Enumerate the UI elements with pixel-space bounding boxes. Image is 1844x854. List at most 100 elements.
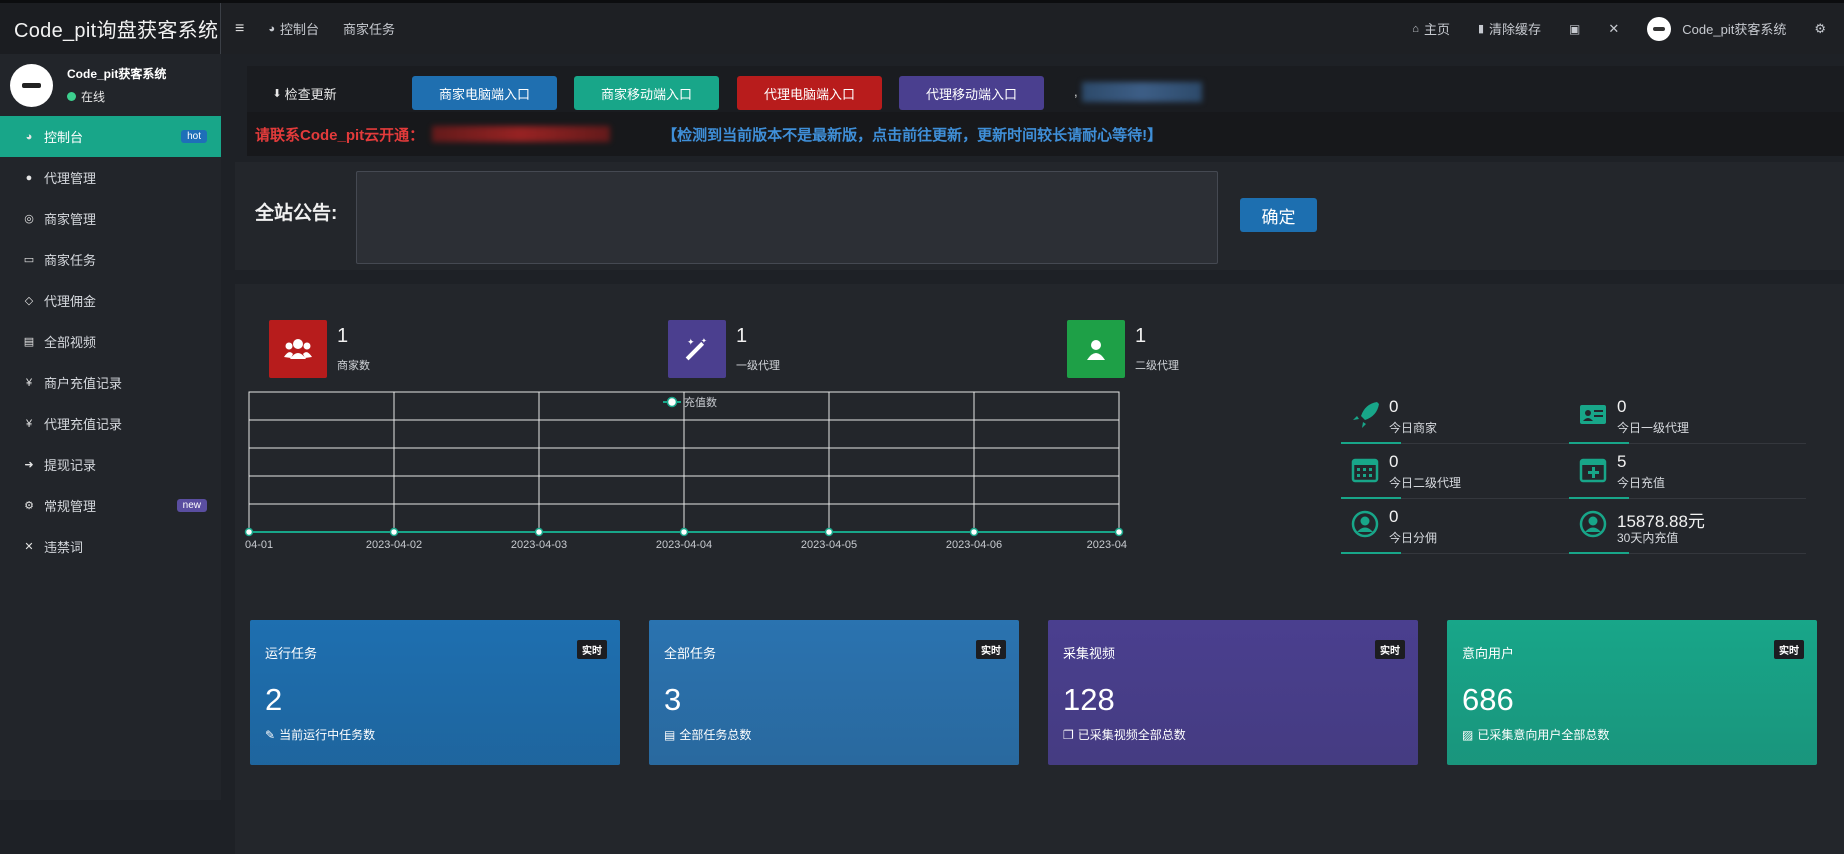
- card-value: 128: [1063, 682, 1115, 717]
- summary-card-4[interactable]: 意向用户 实时 686 ▨ 已采集意向用户全部总数: [1447, 620, 1817, 765]
- stat-level2-agents: 1 二级代理: [1067, 320, 1179, 378]
- menu-toggle-icon[interactable]: ≡: [235, 20, 244, 38]
- summary-card-3[interactable]: 采集视频 实时 128 ❐ 已采集视频全部总数: [1048, 620, 1418, 765]
- online-dot-icon: [67, 92, 76, 101]
- user-icon: [1067, 320, 1125, 378]
- agent-mobile-entry-button[interactable]: 代理移动端入口: [899, 76, 1044, 110]
- settings-cog-icon[interactable]: ⚙: [1814, 21, 1826, 37]
- mini-stat-6: 15878.88元 30天内充值: [1569, 502, 1806, 554]
- divider-accent: [1341, 497, 1401, 499]
- summary-card-2[interactable]: 全部任务 实时 3 ▤ 全部任务总数: [649, 620, 1019, 765]
- divider-accent: [1569, 442, 1629, 444]
- recharge-line-chart: 04-01 2023-04-02 2023-04-03 2023-04-04 2023-…: [244, 391, 1127, 551]
- dashboard-icon: ◕: [25, 130, 33, 143]
- card-subtitle-label: 已采集视频全部总数: [1077, 728, 1186, 742]
- divider-accent: [1341, 442, 1401, 444]
- divider-accent: [1569, 497, 1629, 499]
- agent-pc-entry-button[interactable]: 代理电脑端入口: [737, 76, 882, 110]
- user-avatar: [10, 63, 53, 107]
- mini-stat-value: 0: [1389, 452, 1399, 471]
- language-icon[interactable]: ▣: [1569, 22, 1580, 36]
- svg-text:✦: ✦: [701, 337, 707, 345]
- header-tab-dashboard[interactable]: ◕ 控制台: [268, 19, 319, 38]
- redacted-block: [1082, 82, 1202, 102]
- x-tick-label: 2023-04-03: [511, 539, 567, 551]
- sidebar-item-general[interactable]: ⚙ 常规管理 new: [0, 485, 221, 526]
- mini-stat-1: 0 今日商家: [1341, 392, 1578, 444]
- sidebar-item-dashboard[interactable]: ◕ 控制台 hot: [0, 116, 221, 157]
- sidebar-item-label: 代理管理: [44, 171, 97, 186]
- fullscreen-icon[interactable]: ✕: [1608, 21, 1619, 37]
- sidebar-item-merchant-task[interactable]: ▭ 商家任务: [0, 239, 221, 280]
- legend-label: 充值数: [684, 395, 717, 409]
- contact-text: 请联系Code_pit云开通：: [255, 126, 425, 144]
- sidebar-item-merchant-manage[interactable]: ◎ 商家管理: [0, 198, 221, 239]
- update-link[interactable]: 【检测到当前版本不是最新版，点击前往更新，更新时间较长请耐心等待!】: [662, 124, 1162, 145]
- hot-badge: hot: [181, 130, 207, 143]
- sidebar-item-all-videos[interactable]: ▤ 全部视频: [0, 321, 221, 362]
- data-point: [679, 527, 689, 537]
- x-tick-label: 2023-04-02: [366, 539, 422, 551]
- notice-panel: 全站公告: 确定: [235, 162, 1844, 270]
- confirm-button[interactable]: 确定: [1240, 198, 1317, 232]
- merchant-mobile-entry-button[interactable]: 商家移动端入口: [574, 76, 719, 110]
- realtime-badge: 实时: [976, 640, 1006, 659]
- sidebar-item-label: 商家任务: [44, 253, 97, 268]
- stat-label: 二级代理: [1135, 360, 1179, 372]
- x-tick-label: 2023-04-04: [656, 539, 712, 551]
- merchant-pc-entry-button[interactable]: 商家电脑端入口: [412, 76, 557, 110]
- yen-icon: ¥: [25, 417, 33, 430]
- sidebar-item-agent-recharge[interactable]: ¥ 代理充值记录: [0, 403, 221, 444]
- avatar: [1647, 16, 1672, 41]
- sidebar-item-label: 提现记录: [44, 458, 97, 473]
- realtime-badge: 实时: [1774, 640, 1804, 659]
- data-point: [969, 527, 979, 537]
- check-update-button[interactable]: ⬇ 检查更新: [247, 76, 362, 110]
- realtime-badge: 实时: [577, 640, 607, 659]
- header-tab-merchant-task[interactable]: 商家任务: [343, 19, 395, 38]
- card-subtitle: ✎ 当前运行中任务数: [265, 726, 375, 743]
- user-status: 在线: [67, 88, 166, 105]
- mini-stat-2: 0 今日一级代理: [1569, 392, 1806, 444]
- dashboard-icon: ◕: [268, 22, 275, 35]
- home-link[interactable]: ⌂ 主页: [1412, 19, 1450, 38]
- user-menu[interactable]: Code_pit获客系统: [1647, 16, 1786, 41]
- sidebar-item-agent-commission[interactable]: ◇ 代理佣金: [0, 280, 221, 321]
- user-circle-icon: [1579, 510, 1607, 538]
- card-subtitle-label: 全部任务总数: [679, 728, 752, 742]
- image-icon: ▨: [1462, 727, 1474, 742]
- sidebar-item-merchant-recharge[interactable]: ¥ 商户充值记录: [0, 362, 221, 403]
- sidebar-item-agent-manage[interactable]: ● 代理管理: [0, 157, 221, 198]
- x-tick-label: 04-01: [245, 539, 273, 551]
- users-icon: [269, 320, 327, 378]
- mini-stat-value: 0: [1389, 397, 1399, 416]
- card-subtitle-label: 当前运行中任务数: [279, 728, 376, 742]
- sidebar-item-label: 违禁词: [44, 540, 84, 555]
- stat-value: 1: [1135, 325, 1147, 347]
- card-title: 意向用户: [1462, 646, 1515, 661]
- clear-cache-button[interactable]: ▮ 清除缓存: [1478, 19, 1541, 38]
- sidebar-item-label: 全部视频: [44, 335, 97, 350]
- mini-stat-value: 0: [1389, 507, 1399, 526]
- summary-card-1[interactable]: 运行任务 实时 2 ✎ 当前运行中任务数: [250, 620, 620, 765]
- notice-textarea[interactable]: [356, 171, 1218, 264]
- sidebar-item-banned-words[interactable]: ✕ 违禁词: [0, 526, 221, 567]
- data-point: [824, 527, 834, 537]
- data-point: [389, 527, 399, 537]
- stat-label: 商家数: [337, 360, 370, 372]
- sidebar-item-label: 代理充值记录: [44, 417, 123, 432]
- notice-label: 全站公告:: [255, 203, 338, 224]
- x-tick-label: 2023-04: [1087, 539, 1127, 551]
- magic-icon: ✎: [265, 727, 276, 742]
- header-tab-label: 控制台: [280, 22, 320, 37]
- sidebar-item-label: 代理佣金: [44, 294, 97, 309]
- header-tab-label: 商家任务: [343, 22, 396, 37]
- legend-marker: [666, 396, 678, 408]
- header-right: ⌂ 主页 ▮ 清除缓存 ▣ ✕ Code_pit获客系统 ⚙: [1384, 16, 1844, 41]
- rocket-icon: [1353, 402, 1379, 428]
- extra-text: ,: [1074, 84, 1078, 99]
- stat-label: 一级代理: [736, 360, 780, 372]
- sidebar-item-withdraw[interactable]: ➜ 提现记录: [0, 444, 221, 485]
- new-badge: new: [176, 499, 207, 512]
- brand-title[interactable]: Code_pit询盘获客系统: [0, 3, 221, 54]
